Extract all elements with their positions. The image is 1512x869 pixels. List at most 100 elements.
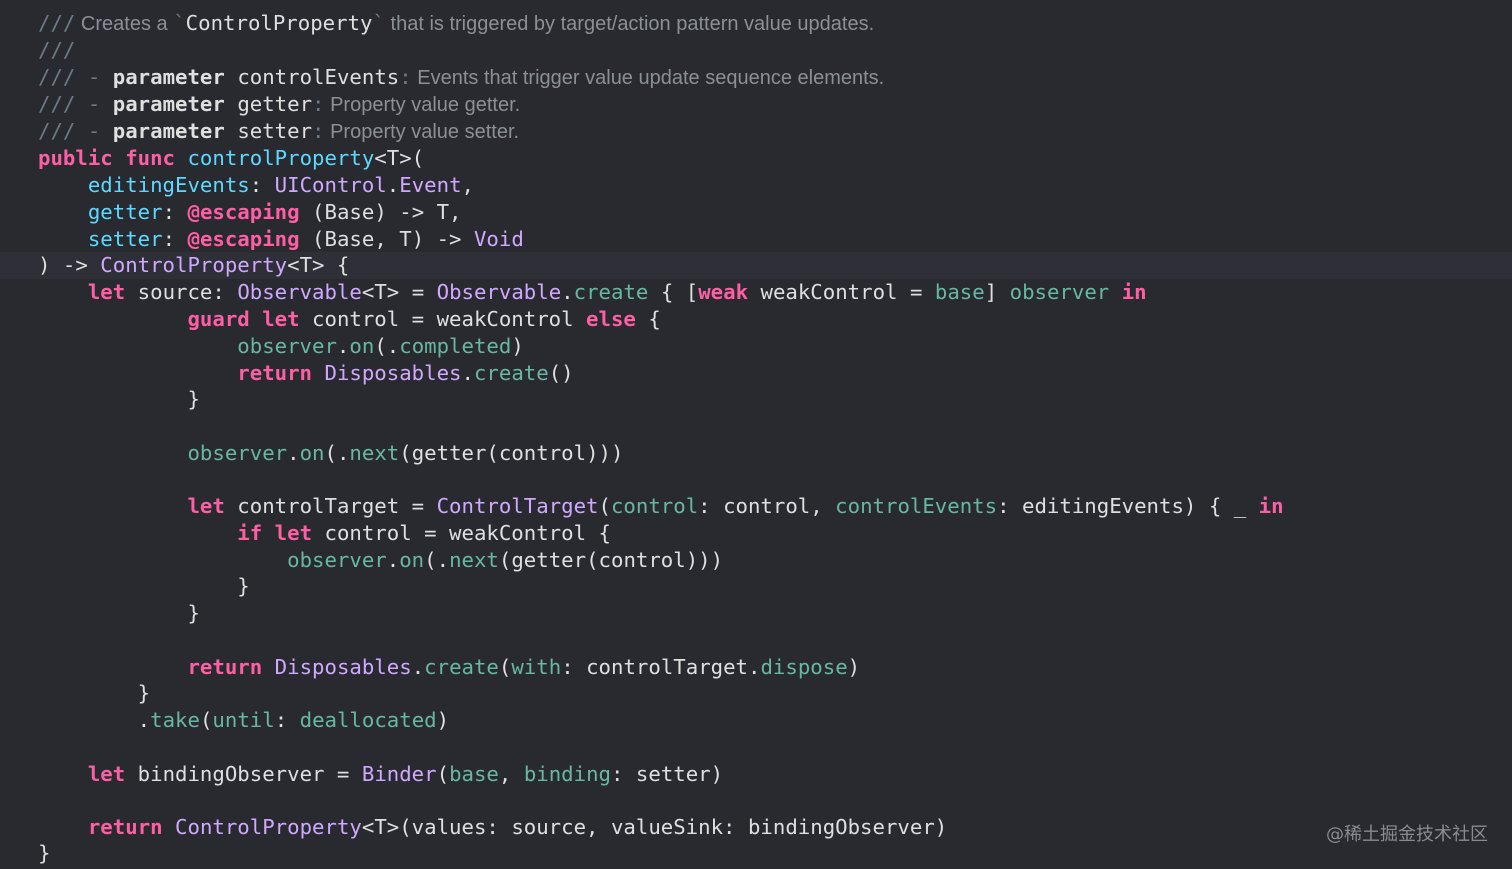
code-line-26: } (0, 680, 1512, 707)
member-name: with (511, 655, 562, 679)
code-line-4: /// - parameter getter: Property value g… (0, 91, 1512, 118)
type-name: Disposables (324, 361, 462, 385)
code-text: } (237, 574, 250, 598)
code-text: ( (199, 708, 213, 732)
member-name: on (349, 334, 375, 358)
keyword: in (1258, 494, 1284, 518)
code-text: (. (374, 334, 400, 358)
code-text: (Base) -> T, (299, 200, 462, 224)
code-text: . (461, 361, 474, 385)
type-name: Binder (361, 762, 437, 786)
code-text: bindingObserver = (125, 762, 362, 786)
code-text: : (274, 708, 300, 732)
doc-comment-marker: /// (38, 92, 76, 116)
member-name: binding (523, 762, 611, 786)
code-text: } (187, 601, 200, 625)
keyword: return (187, 655, 263, 679)
code-text: } (187, 387, 200, 411)
code-text: ( (498, 655, 512, 679)
code-text: : editingEvents) { _ (997, 494, 1259, 518)
doc-dash: - (75, 92, 113, 116)
code-text: (getter(control))) (498, 548, 724, 572)
code-text: (. (324, 441, 350, 465)
type-name: Disposables (274, 655, 412, 679)
doc-keyword: parameter (112, 65, 225, 89)
member-name: next (349, 441, 400, 465)
code-text: . (411, 655, 425, 679)
code-text: : setter) (611, 762, 724, 786)
member-name: take (150, 708, 200, 732)
member-name: observer (1009, 280, 1110, 304)
code-line-7: editingEvents: UIControl.Event, (0, 172, 1512, 199)
code-line-21: observer.on(.next(getter(control))) (0, 547, 1512, 574)
doc-param-desc: Property value setter. (324, 121, 520, 143)
type-name: ControlProperty (175, 815, 362, 839)
keyword: else (586, 307, 636, 331)
keyword: func (112, 146, 176, 170)
type-name: Observable (436, 280, 562, 304)
code-line-9: setter: @escaping (Base, T) -> Void (0, 226, 1512, 253)
type-name: UIControl (274, 173, 387, 197)
code-line-5: /// - parameter setter: Property value s… (0, 118, 1512, 145)
doc-comment-marker: /// (38, 65, 76, 89)
code-text: (Base, T) -> (299, 227, 474, 251)
code-text: : controlTarget. (561, 655, 761, 679)
function-name: controlProperty (175, 146, 375, 170)
doc-param-name: setter (224, 119, 313, 143)
keyword: let (187, 494, 225, 518)
code-text: : control, (698, 494, 836, 518)
member-name: control (610, 494, 699, 518)
code-line-31: return ControlProperty<T>(values: source… (0, 814, 1512, 841)
code-line-27: .take(until: deallocated) (0, 707, 1512, 734)
code-text: : (249, 173, 275, 197)
code-text: (getter(control))) (399, 441, 624, 465)
code-text: ) (511, 334, 524, 358)
param-label: setter (87, 227, 163, 251)
code-text: control = weakControl (299, 307, 587, 331)
doc-param-desc: Events that trigger value update sequenc… (411, 67, 885, 89)
member-name: next (449, 548, 499, 572)
code-text: } (38, 841, 51, 865)
code-text: controlTarget = (224, 494, 437, 518)
keyword: guard (187, 307, 250, 331)
doc-colon: : (312, 119, 325, 143)
member-name: base (934, 280, 985, 304)
code-text: . (287, 441, 300, 465)
code-text: (. (424, 548, 450, 572)
code-text: source: (125, 280, 238, 304)
member-name: completed (399, 334, 512, 358)
code-text: () (548, 361, 574, 385)
code-text: <T>( (374, 146, 425, 170)
code-text: weakControl = (748, 280, 935, 304)
keyword: return (87, 815, 163, 839)
member-name: dispose (760, 655, 848, 679)
code-text: , (498, 762, 524, 786)
backtick: ` (372, 11, 385, 35)
param-label: getter (87, 200, 163, 224)
type-name: Event (399, 173, 462, 197)
code-text: { (635, 307, 661, 331)
doc-param-desc: Property value getter. (324, 94, 521, 116)
code-line-6: public func controlProperty<T>( (0, 145, 1512, 172)
code-line-10-current: ) -> ControlProperty<T> { (0, 252, 1512, 279)
code-line-17: observer.on(.next(getter(control))) (0, 440, 1512, 467)
param-label: editingEvents (87, 173, 250, 197)
doc-keyword: parameter (112, 119, 225, 143)
code-editor[interactable]: /// Creates a `ControlProperty` that is … (0, 0, 1512, 869)
code-line-29: let bindingObserver = Binder(base, bindi… (0, 761, 1512, 788)
doc-comment-text: Creates a (75, 13, 174, 35)
doc-colon: : (312, 92, 325, 116)
code-text: ) (436, 708, 450, 732)
code-text: ) -> (38, 253, 101, 277)
doc-param-name: getter (224, 92, 313, 116)
doc-colon: : (399, 65, 412, 89)
keyword: let (249, 307, 300, 331)
